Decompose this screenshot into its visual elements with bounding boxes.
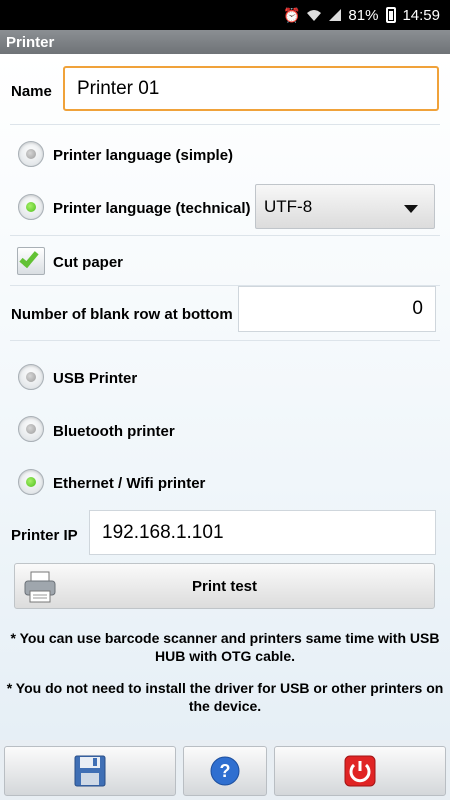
checkmark-icon [19,247,39,269]
wifi-icon [307,10,322,21]
help-icon: ? [210,756,240,786]
usb-printer-label: USB Printer [53,370,138,387]
printer-ip-input[interactable]: 192.168.1.101 [89,510,436,555]
print-test-button[interactable]: Print test [14,563,435,609]
radio-bluetooth-printer[interactable] [18,416,44,442]
exit-button[interactable] [274,746,446,796]
alarm-icon: ⏰ [282,6,301,23]
status-bar: ⏰ 81% 14:59 [0,0,450,30]
cut-paper-checkbox[interactable] [17,247,45,275]
cut-paper-label: Cut paper [53,254,124,271]
save-icon [74,755,106,787]
printer-ip-value: 192.168.1.101 [102,521,224,543]
language-technical-label: Printer language (technical) [53,200,251,217]
dropdown-arrow-icon [404,205,418,213]
page-title: Printer [6,33,55,51]
printer-icon [24,571,56,603]
settings-form: Name Printer 01 Printer language (simple… [0,54,450,740]
power-icon [344,755,376,787]
svg-text:?: ? [220,761,231,781]
encoding-value: UTF-8 [264,196,313,216]
ethernet-printer-label: Ethernet / Wifi printer [53,475,206,492]
clock: 14:59 [402,6,440,24]
divider [10,340,440,341]
printer-ip-label: Printer IP [11,527,78,544]
language-simple-label: Printer language (simple) [53,147,234,164]
blank-rows-input[interactable]: 0 [238,286,436,332]
blank-rows-label: Number of blank row at bottom [11,306,233,323]
name-input-value: Printer 01 [77,77,160,99]
name-label: Name [11,83,52,100]
note-no-driver: * You do not need to install the driver … [6,680,444,714]
name-input[interactable]: Printer 01 [63,66,439,111]
bluetooth-printer-label: Bluetooth printer [53,423,175,440]
divider [10,235,440,236]
note-usb-hub: * You can use barcode scanner and printe… [10,630,440,664]
encoding-select[interactable]: UTF-8 [255,184,435,229]
battery-icon [386,7,397,23]
bottom-toolbar: ? [0,740,450,800]
radio-usb-printer[interactable] [18,364,44,390]
title-bar: Printer [0,30,450,54]
help-button[interactable]: ? [183,746,267,796]
radio-ethernet-printer[interactable] [18,469,44,495]
signal-icon [329,9,342,21]
print-test-label: Print test [191,577,257,595]
divider [10,124,440,125]
radio-language-technical[interactable] [18,194,44,220]
battery-percent: 81% [348,6,379,24]
radio-language-simple[interactable] [18,141,44,167]
save-button[interactable] [4,746,176,796]
blank-rows-value: 0 [412,298,423,319]
